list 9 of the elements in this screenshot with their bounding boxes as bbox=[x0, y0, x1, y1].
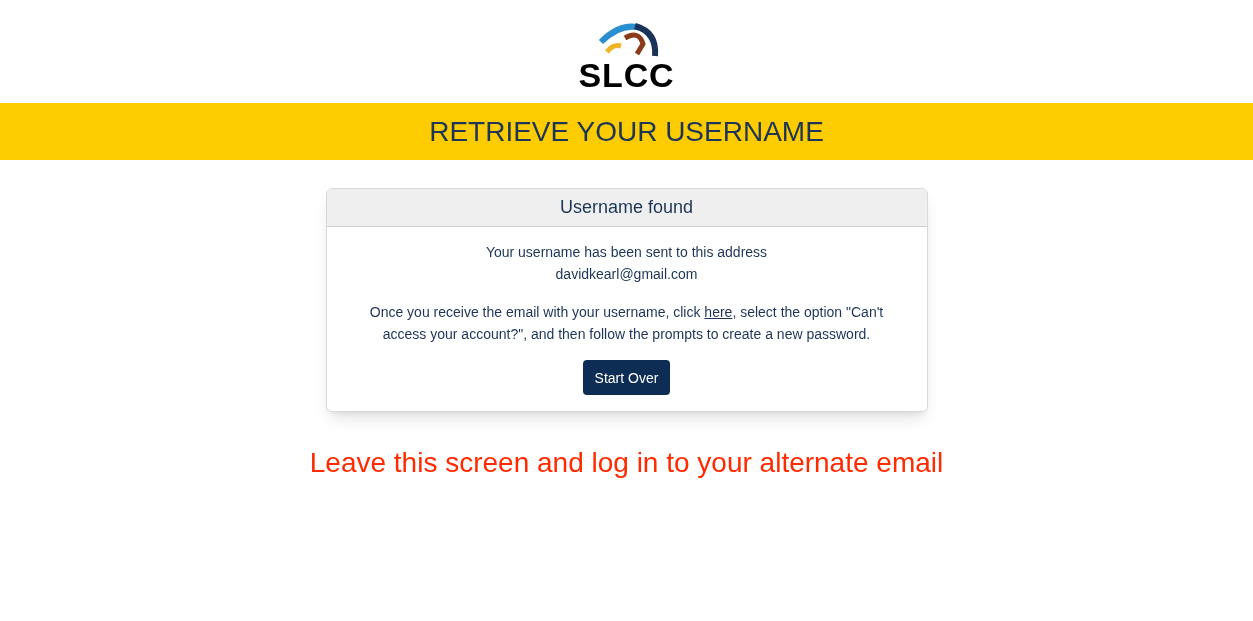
sent-message: Your username has been sent to this address bbox=[485, 243, 768, 262]
page-title: RETRIEVE YOUR USERNAME bbox=[429, 114, 824, 149]
logo-text: SLCC bbox=[578, 58, 675, 92]
here-link[interactable]: here bbox=[704, 304, 733, 320]
email-address: davidkearl@gmail.com bbox=[555, 265, 698, 284]
start-over-button[interactable]: Start Over bbox=[582, 360, 671, 395]
annotation-text: Leave this screen and log in to your alternate email bbox=[309, 446, 944, 480]
instructions-text: Once you receive the email with your username, click here, select the option "Can't access your account?", and then follow the prompts to create a new password. bbox=[368, 303, 885, 344]
card-title: Username found bbox=[559, 196, 694, 219]
